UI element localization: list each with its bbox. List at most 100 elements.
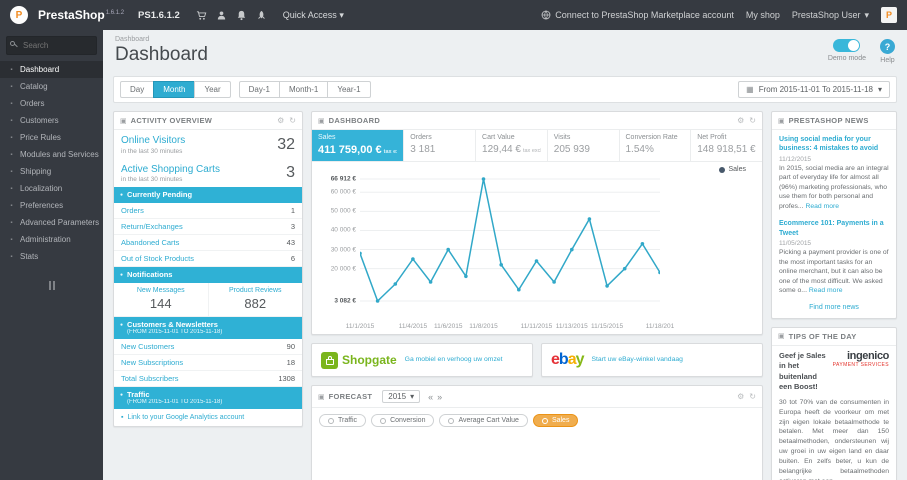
quick-access-menu[interactable]: Quick Access ▾ bbox=[283, 10, 344, 21]
sales-data-point bbox=[605, 284, 609, 288]
pending-returns-row[interactable]: Return/Exchanges 3 bbox=[114, 219, 302, 235]
sidebar-item-stats[interactable]: ▪ Stats bbox=[0, 248, 103, 265]
y-tick-label: 50 000 € bbox=[330, 207, 356, 215]
forecast-chart-area bbox=[312, 433, 762, 480]
day-1-button[interactable]: Day-1 bbox=[238, 81, 280, 98]
read-more-link[interactable]: Read more bbox=[809, 287, 843, 294]
pill-label: Sales bbox=[551, 417, 570, 424]
kpi-cart-value[interactable]: Cart Value 129,44 €tax excl. bbox=[475, 130, 547, 161]
cart-icon[interactable] bbox=[196, 10, 207, 21]
notif-label: New Messages bbox=[136, 287, 185, 294]
forecast-conversion-toggle[interactable]: Conversion bbox=[371, 414, 435, 427]
out-of-stock-row[interactable]: Out of Stock Products 6 bbox=[114, 251, 302, 267]
active-carts-stat[interactable]: Active Shopping Carts in the last 30 min… bbox=[114, 159, 302, 188]
find-more-news-link[interactable]: Find more news bbox=[779, 304, 889, 311]
notifications-columns: New Messages 144 Product Reviews 882 bbox=[114, 283, 302, 317]
news-icon: ▣ bbox=[778, 117, 785, 125]
sidebar-item-localization[interactable]: ▪ Localization bbox=[0, 180, 103, 197]
refresh-icon[interactable]: ↻ bbox=[289, 116, 296, 125]
sidebar-collapse-icon[interactable] bbox=[47, 281, 57, 290]
shopgate-ad-link[interactable]: Ga mobiel en verhoog uw omzet bbox=[405, 356, 503, 365]
new-customers-row[interactable]: New Customers 90 bbox=[114, 339, 302, 356]
notifications-bell-icon[interactable] bbox=[236, 10, 247, 21]
total-subscribers-row[interactable]: Total Subscribers 1308 bbox=[114, 371, 302, 388]
sidebar-item-modules-and-services[interactable]: ▪ Modules and Services bbox=[0, 146, 103, 163]
new-subscriptions-row[interactable]: New Subscriptions 18 bbox=[114, 355, 302, 372]
catalog-icon: ▪ bbox=[10, 83, 13, 90]
sidebar-item-shipping[interactable]: ▪ Shipping bbox=[0, 163, 103, 180]
month-button[interactable]: Month bbox=[153, 81, 196, 98]
radio-icon bbox=[541, 417, 548, 424]
article-title-link[interactable]: Ecommerce 101: Payments in a Tweet bbox=[779, 219, 889, 238]
customer-icon[interactable] bbox=[216, 10, 227, 21]
section-title: Traffic bbox=[127, 390, 150, 400]
topbar: P PrestaShop1.6.1.2 PS1.6.1.2 Quick Acce… bbox=[0, 0, 907, 30]
kpi-visits[interactable]: Visits 205 939 bbox=[546, 130, 619, 161]
gear-icon[interactable]: ⚙ bbox=[277, 116, 284, 125]
sidebar-item-advanced-parameters[interactable]: ▪ Advanced Parameters bbox=[0, 214, 103, 231]
my-shop-link[interactable]: My shop bbox=[746, 10, 780, 20]
stat-sub: in the last 30 minutes bbox=[121, 147, 183, 155]
forecast-sales-toggle[interactable]: Sales bbox=[532, 414, 579, 427]
kpi-sales[interactable]: Sales 411 759,00 €tax excl. bbox=[312, 130, 404, 161]
year-button[interactable]: Year bbox=[194, 81, 231, 98]
sidebar-item-preferences[interactable]: ▪ Preferences bbox=[0, 197, 103, 214]
month-1-button[interactable]: Month-1 bbox=[278, 81, 329, 98]
avatar[interactable]: P bbox=[881, 7, 897, 23]
article-title-link[interactable]: Using social media for your business: 4 … bbox=[779, 135, 889, 154]
sidebar-item-label: Administration bbox=[20, 235, 71, 244]
google-analytics-link[interactable]: ▪ Link to your Google Analytics account bbox=[114, 409, 302, 426]
new-messages-stat[interactable]: New Messages 144 bbox=[114, 283, 209, 316]
kpi-net-profit[interactable]: Net Profit 148 918,51 € bbox=[690, 130, 762, 161]
online-visitors-stat[interactable]: Online Visitors in the last 30 minutes 3… bbox=[114, 130, 302, 159]
y-tick-label: 3 082 € bbox=[334, 297, 356, 305]
sidebar-item-catalog[interactable]: ▪ Catalog bbox=[0, 78, 103, 95]
previous-year-button[interactable]: « bbox=[428, 392, 433, 402]
sidebar-item-price-rules[interactable]: ▪ Price Rules bbox=[0, 129, 103, 146]
kpi-conversion-rate[interactable]: Conversion Rate 1.54% bbox=[618, 130, 691, 161]
row-value: 43 bbox=[286, 238, 295, 247]
date-range-picker[interactable]: ▦ From 2015-11-01 To 2015-11-18 ▾ bbox=[738, 81, 890, 98]
search-input[interactable] bbox=[6, 36, 97, 55]
demo-mode-toggle[interactable] bbox=[833, 39, 861, 52]
stat-label: Active Shopping Carts bbox=[121, 163, 220, 175]
forecast-traffic-toggle[interactable]: Traffic bbox=[319, 414, 367, 427]
shop-name[interactable]: PS1.6.1.2 bbox=[138, 10, 180, 21]
sidebar-item-orders[interactable]: ▪ Orders bbox=[0, 95, 103, 112]
advanced-parameters-icon: ▪ bbox=[10, 219, 13, 226]
sidebar-item-dashboard[interactable]: ▪ Dashboard bbox=[0, 61, 103, 78]
marketplace-link[interactable]: Connect to PrestaShop Marketplace accoun… bbox=[541, 10, 734, 20]
period-button-group: Day Month Year bbox=[120, 81, 231, 98]
forecast-year-select[interactable]: 2015 ▾ bbox=[382, 390, 421, 403]
abandoned-carts-row[interactable]: Abandoned Carts 43 bbox=[114, 235, 302, 251]
sidebar: ▪ Dashboard ▪ Catalog ▪ Orders ▪ Customers ▪… bbox=[0, 30, 103, 480]
notif-label: Product Reviews bbox=[228, 287, 282, 294]
traffic-icon: ● bbox=[120, 392, 124, 399]
user-menu[interactable]: PrestaShop User ▾ bbox=[792, 10, 869, 21]
next-year-button[interactable]: » bbox=[437, 392, 442, 402]
y-tick-label: 60 000 € bbox=[330, 188, 356, 196]
stat-sub: in the last 30 minutes bbox=[121, 176, 183, 183]
read-more-link[interactable]: Read more bbox=[805, 203, 839, 210]
row-value: 18 bbox=[286, 358, 295, 368]
gear-icon[interactable]: ⚙ bbox=[737, 116, 744, 125]
pending-orders-row[interactable]: Orders 1 bbox=[114, 203, 302, 219]
breadcrumb[interactable]: Dashboard bbox=[115, 36, 208, 43]
refresh-icon[interactable]: ↻ bbox=[749, 392, 756, 401]
date-filter-bar: Day Month Year Day-1 Month-1 Year-1 ▦ Fr… bbox=[113, 76, 897, 103]
sidebar-item-administration[interactable]: ▪ Administration bbox=[0, 231, 103, 248]
prestashop-logo-icon[interactable]: P bbox=[10, 6, 28, 24]
kpi-orders[interactable]: Orders 3 181 bbox=[403, 130, 475, 161]
forecast-average-cart-value-toggle[interactable]: Average Cart Value bbox=[439, 414, 528, 427]
demo-mode-label: Demo mode bbox=[827, 55, 866, 62]
onboarding-rocket-icon[interactable] bbox=[256, 10, 267, 21]
refresh-icon[interactable]: ↻ bbox=[749, 116, 756, 125]
sales-data-point bbox=[375, 299, 380, 303]
year-1-button[interactable]: Year-1 bbox=[327, 81, 371, 98]
gear-icon[interactable]: ⚙ bbox=[737, 392, 744, 401]
ebay-ad-link[interactable]: Start uw eBay-winkel vandaag bbox=[592, 356, 683, 365]
help-icon[interactable]: ? bbox=[880, 39, 895, 54]
product-reviews-stat[interactable]: Product Reviews 882 bbox=[209, 283, 303, 316]
sidebar-item-customers[interactable]: ▪ Customers bbox=[0, 112, 103, 129]
day-button[interactable]: Day bbox=[120, 81, 155, 98]
